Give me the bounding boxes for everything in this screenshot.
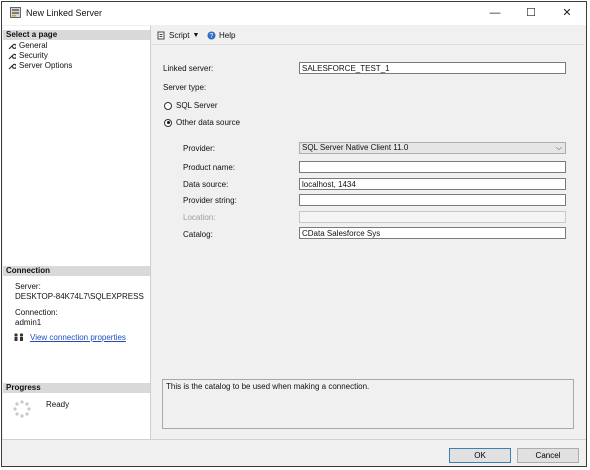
provider-label: Provider:: [183, 144, 216, 153]
location-label: Location:: [183, 213, 216, 222]
wrench-icon: [8, 53, 16, 60]
help-button[interactable]: ? Help: [207, 29, 235, 41]
server-type-label: Server type:: [163, 83, 207, 92]
data-source-label: Data source:: [183, 180, 229, 189]
provider-string-label: Provider string:: [183, 196, 237, 205]
server-value: DESKTOP-84K74L7\SQLEXPRESS: [15, 292, 144, 301]
maximize-button[interactable]: ☐: [513, 2, 549, 25]
spinner-icon: [13, 400, 31, 418]
radio-button-selected-icon: [164, 118, 172, 127]
connection-value: admin1: [15, 318, 42, 327]
radio-sql-server-label: SQL Server: [176, 101, 218, 110]
new-linked-server-dialog: New Linked Server — ☐ ✕ Select a page Ge…: [1, 1, 587, 467]
title-bar: New Linked Server — ☐ ✕: [2, 2, 586, 25]
connection-properties-icon: [14, 333, 24, 341]
radio-button-icon: [164, 101, 172, 110]
server-app-icon: [10, 7, 21, 18]
minimize-button[interactable]: —: [477, 2, 513, 25]
page-server-options[interactable]: Server Options: [8, 61, 72, 71]
location-input: [299, 211, 566, 223]
provider-select[interactable]: SQL Server Native Client 11.0 ⌵: [299, 142, 566, 154]
view-connection-link[interactable]: View connection properties: [30, 333, 126, 342]
wrench-icon: [8, 63, 16, 70]
connection-header: Connection: [3, 266, 150, 276]
description-panel: This is the catalog to be used when maki…: [162, 379, 574, 429]
script-label: Script: [169, 30, 190, 40]
script-button[interactable]: Script ▼: [157, 29, 199, 41]
catalog-label: Catalog:: [183, 230, 213, 239]
page-label: Server Options: [19, 61, 73, 70]
page-label: General: [19, 41, 48, 50]
server-label: Server:: [15, 282, 41, 291]
progress-status: Ready: [46, 400, 70, 409]
page-general[interactable]: General: [8, 41, 47, 51]
help-label: Help: [219, 30, 236, 40]
provider-string-input[interactable]: [299, 194, 566, 206]
provider-value: SQL Server Native Client 11.0: [302, 143, 409, 152]
help-icon: ?: [207, 31, 216, 40]
radio-other-data-source[interactable]: Other data source: [164, 118, 240, 127]
ok-button[interactable]: OK: [449, 448, 511, 463]
product-name-input[interactable]: [299, 161, 566, 173]
page-label: Security: [19, 51, 48, 60]
button-bar: OK Cancel: [2, 439, 586, 466]
select-page-header: Select a page: [3, 30, 150, 40]
progress-header: Progress: [3, 383, 150, 393]
view-connection-properties[interactable]: View connection properties: [13, 333, 126, 342]
data-source-input[interactable]: [299, 178, 566, 190]
window-title: New Linked Server: [26, 8, 103, 18]
dropdown-arrow-icon: ▼: [192, 31, 200, 39]
linked-server-label: Linked server:: [163, 64, 214, 73]
radio-sql-server[interactable]: SQL Server: [164, 101, 218, 110]
page-security[interactable]: Security: [8, 51, 48, 61]
svg-text:?: ?: [210, 33, 214, 40]
description-text: This is the catalog to be used when maki…: [166, 382, 370, 391]
connection-label: Connection:: [15, 308, 58, 317]
wrench-icon: [8, 43, 16, 50]
close-button[interactable]: ✕: [549, 2, 585, 25]
left-pane: Select a page General Security Server Op…: [3, 26, 151, 439]
linked-server-input[interactable]: [299, 62, 566, 74]
toolbar: Script ▼ ? Help: [152, 26, 584, 45]
chevron-down-icon: ⌵: [555, 143, 562, 152]
cancel-button[interactable]: Cancel: [517, 448, 579, 463]
script-icon: [157, 31, 165, 39]
catalog-input[interactable]: [299, 227, 566, 239]
product-name-label: Product name:: [183, 163, 236, 172]
radio-other-label: Other data source: [176, 118, 241, 127]
